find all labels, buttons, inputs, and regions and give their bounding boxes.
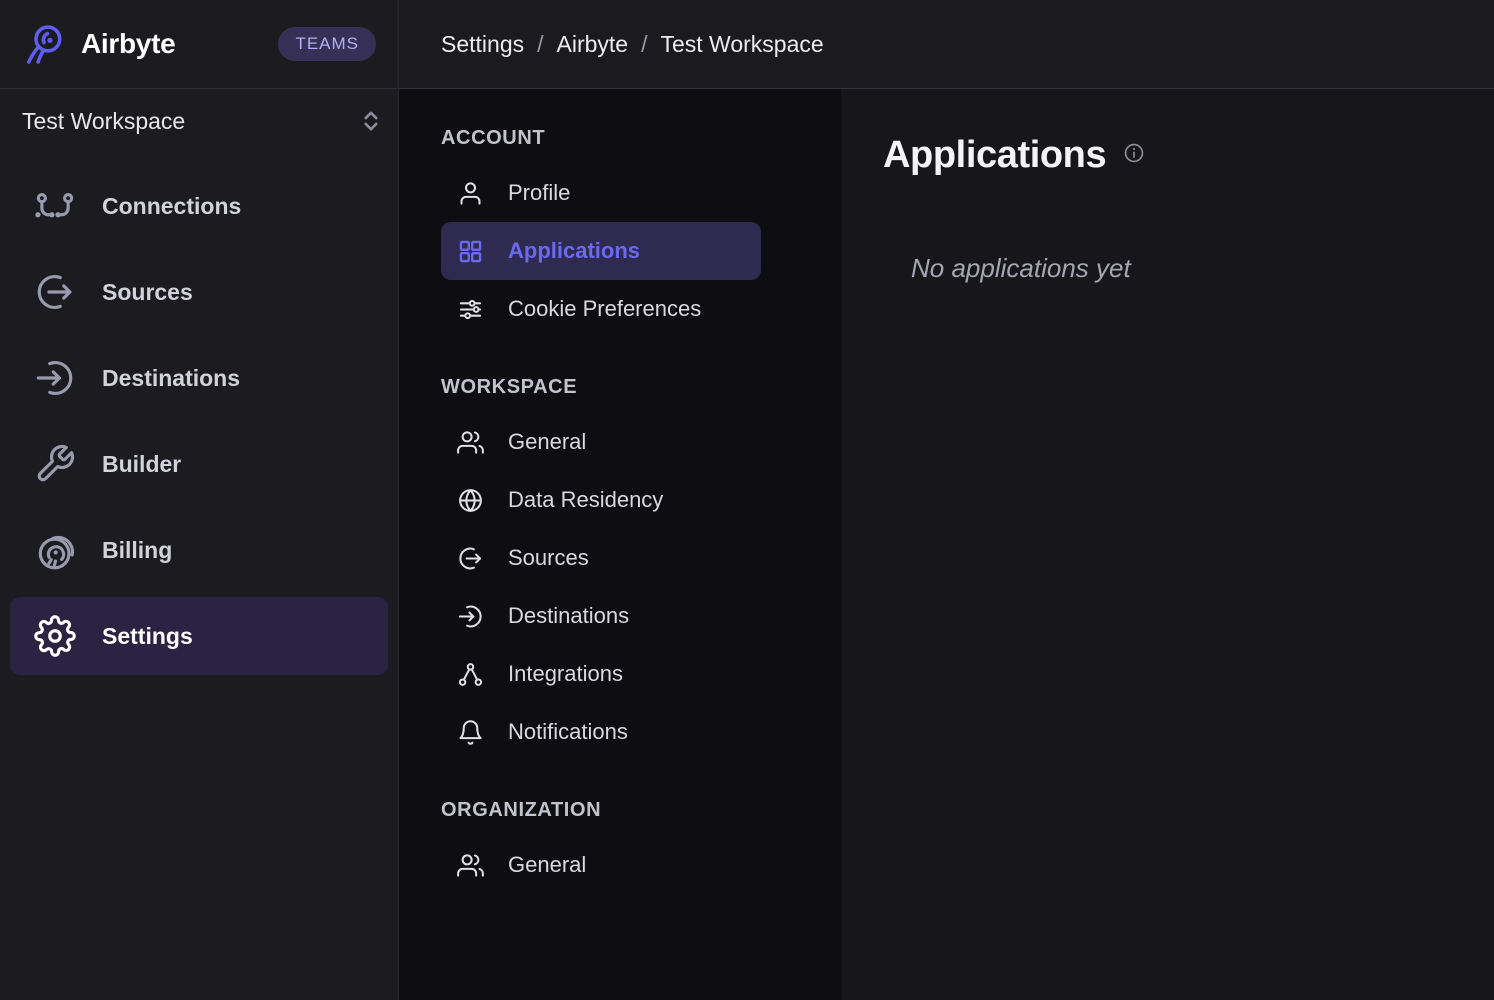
sidebar-item-sources[interactable]: Sources xyxy=(10,253,388,331)
sidebar-nav: Connections Sources Destinations Builder… xyxy=(0,153,398,683)
users-icon xyxy=(457,852,484,879)
destination-in-icon xyxy=(457,603,484,630)
wrench-icon xyxy=(34,443,76,485)
breadcrumb-bar: Settings / Airbyte / Test Workspace xyxy=(399,0,1494,89)
sidebar-item-settings[interactable]: Settings xyxy=(10,597,388,675)
sliders-icon xyxy=(457,296,484,323)
users-icon xyxy=(457,429,484,456)
airbyte-app: Airbyte TEAMS Test Workspace Connections… xyxy=(0,0,1494,1000)
grid-icon xyxy=(457,238,484,265)
page-title: Applications xyxy=(883,135,1106,177)
teams-badge: TEAMS xyxy=(278,27,376,61)
settings-item-notifications[interactable]: Notifications xyxy=(441,703,761,761)
bell-icon xyxy=(457,719,484,746)
sidebar-item-billing[interactable]: Billing xyxy=(10,511,388,589)
user-icon xyxy=(457,180,484,207)
sidebar-item-builder[interactable]: Builder xyxy=(10,425,388,503)
main-sidebar: Airbyte TEAMS Test Workspace Connections… xyxy=(0,0,399,1000)
sidebar-item-label: Builder xyxy=(102,451,181,478)
gear-icon xyxy=(34,615,76,657)
sidebar-item-destinations[interactable]: Destinations xyxy=(10,339,388,417)
chevron-up-down-icon xyxy=(357,107,385,135)
sidebar-item-label: Sources xyxy=(102,279,193,306)
sidebar-item-label: Settings xyxy=(102,623,193,650)
globe-icon xyxy=(457,487,484,514)
settings-section-organization: ORGANIZATION General xyxy=(441,799,841,894)
settings-section-account: ACCOUNT Profile Applications Cookie P xyxy=(441,127,841,338)
settings-item-workspace-destinations[interactable]: Destinations xyxy=(441,587,761,645)
breadcrumb: Settings / Airbyte / Test Workspace xyxy=(441,31,824,58)
settings-item-applications[interactable]: Applications xyxy=(441,222,761,280)
settings-item-label: General xyxy=(508,852,586,878)
settings-item-label: Destinations xyxy=(508,603,629,629)
settings-item-organization-general[interactable]: General xyxy=(441,836,761,894)
settings-section-workspace: WORKSPACE General Data Residency Sour xyxy=(441,376,841,761)
workspace-selector[interactable]: Test Workspace xyxy=(0,89,398,153)
settings-item-label: General xyxy=(508,429,586,455)
connections-icon xyxy=(34,185,76,227)
airbyte-octopus-icon xyxy=(22,21,68,67)
settings-item-label: Integrations xyxy=(508,661,623,687)
settings-content: ACCOUNT Profile Applications Cookie P xyxy=(399,89,1494,1000)
workspace-selector-label: Test Workspace xyxy=(22,108,185,135)
settings-item-label: Cookie Preferences xyxy=(508,296,701,322)
settings-item-profile[interactable]: Profile xyxy=(441,164,761,222)
destination-in-icon xyxy=(34,357,76,399)
page-title-row: Applications xyxy=(883,135,1454,177)
empty-state-message: No applications yet xyxy=(911,253,1454,284)
sidebar-item-connections[interactable]: Connections xyxy=(10,167,388,245)
sidebar-item-label: Connections xyxy=(102,193,241,220)
breadcrumb-airbyte[interactable]: Airbyte xyxy=(557,31,629,57)
brand-header: Airbyte TEAMS xyxy=(0,0,398,89)
settings-item-label: Sources xyxy=(508,545,589,571)
settings-item-workspace-sources[interactable]: Sources xyxy=(441,529,761,587)
breadcrumb-separator: / xyxy=(537,31,543,57)
settings-item-label: Data Residency xyxy=(508,487,663,513)
brand-name: Airbyte xyxy=(81,28,175,60)
section-title: ACCOUNT xyxy=(441,127,841,150)
settings-item-label: Profile xyxy=(508,180,570,206)
section-title: WORKSPACE xyxy=(441,376,841,399)
settings-item-data-residency[interactable]: Data Residency xyxy=(441,471,761,529)
settings-item-label: Notifications xyxy=(508,719,628,745)
settings-item-workspace-general[interactable]: General xyxy=(441,413,761,471)
sidebar-item-label: Destinations xyxy=(102,365,240,392)
settings-item-integrations[interactable]: Integrations xyxy=(441,645,761,703)
breadcrumb-test-workspace[interactable]: Test Workspace xyxy=(660,31,823,57)
breadcrumb-separator: / xyxy=(641,31,647,57)
info-icon[interactable] xyxy=(1123,135,1145,164)
source-out-icon xyxy=(457,545,484,572)
right-column: Settings / Airbyte / Test Workspace ACCOUNT … xyxy=(399,0,1494,1000)
settings-item-cookie-preferences[interactable]: Cookie Preferences xyxy=(441,280,761,338)
applications-panel: Applications No applications yet xyxy=(841,89,1494,1000)
settings-item-label: Applications xyxy=(508,238,640,264)
molecule-icon xyxy=(457,661,484,688)
settings-nav: ACCOUNT Profile Applications Cookie P xyxy=(399,89,841,1000)
coin-icon xyxy=(34,529,76,571)
source-out-icon xyxy=(34,271,76,313)
sidebar-item-label: Billing xyxy=(102,537,172,564)
section-title: ORGANIZATION xyxy=(441,799,841,822)
breadcrumb-settings[interactable]: Settings xyxy=(441,31,524,57)
